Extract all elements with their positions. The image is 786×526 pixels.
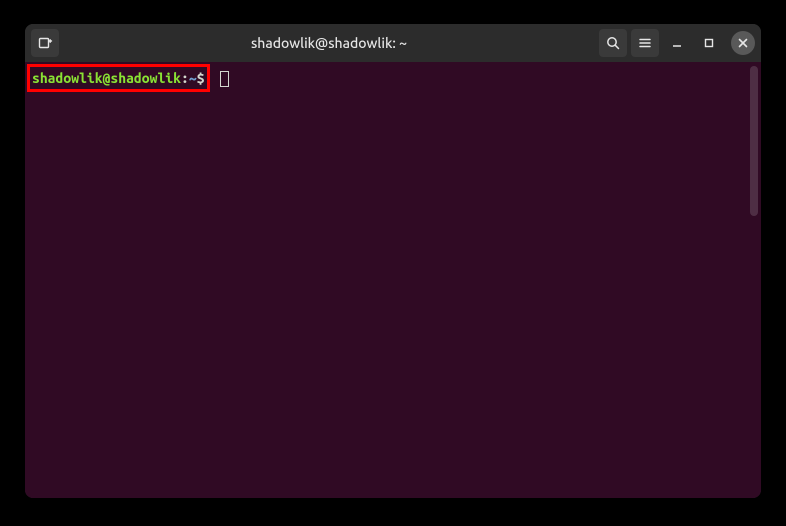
titlebar: shadowlik@shadowlik: ~ bbox=[25, 24, 761, 62]
window-title: shadowlik@shadowlik: ~ bbox=[63, 35, 595, 51]
prompt-line: shadowlik@shadowlik:~$ bbox=[31, 66, 755, 92]
close-icon bbox=[738, 38, 748, 48]
search-icon bbox=[605, 35, 621, 51]
prompt-highlight: shadowlik@shadowlik:~$ bbox=[27, 64, 210, 92]
prompt-path: ~ bbox=[189, 69, 197, 87]
prompt-user-host: shadowlik@shadowlik bbox=[32, 69, 181, 87]
terminal-window: shadowlik@shadowlik: ~ bbox=[25, 24, 761, 498]
maximize-button[interactable] bbox=[695, 29, 723, 57]
hamburger-icon bbox=[637, 35, 653, 51]
close-button[interactable] bbox=[731, 31, 755, 55]
terminal-body[interactable]: shadowlik@shadowlik:~$ bbox=[25, 62, 761, 498]
prompt-symbol: $ bbox=[197, 69, 205, 87]
scrollbar[interactable] bbox=[750, 66, 758, 216]
search-button[interactable] bbox=[599, 29, 627, 57]
minimize-button[interactable] bbox=[663, 29, 691, 57]
maximize-icon bbox=[703, 37, 715, 49]
minimize-icon bbox=[671, 37, 683, 49]
new-tab-icon bbox=[37, 35, 53, 51]
terminal-cursor bbox=[220, 71, 229, 87]
new-tab-button[interactable] bbox=[31, 29, 59, 57]
menu-button[interactable] bbox=[631, 29, 659, 57]
prompt-colon: : bbox=[181, 69, 189, 87]
